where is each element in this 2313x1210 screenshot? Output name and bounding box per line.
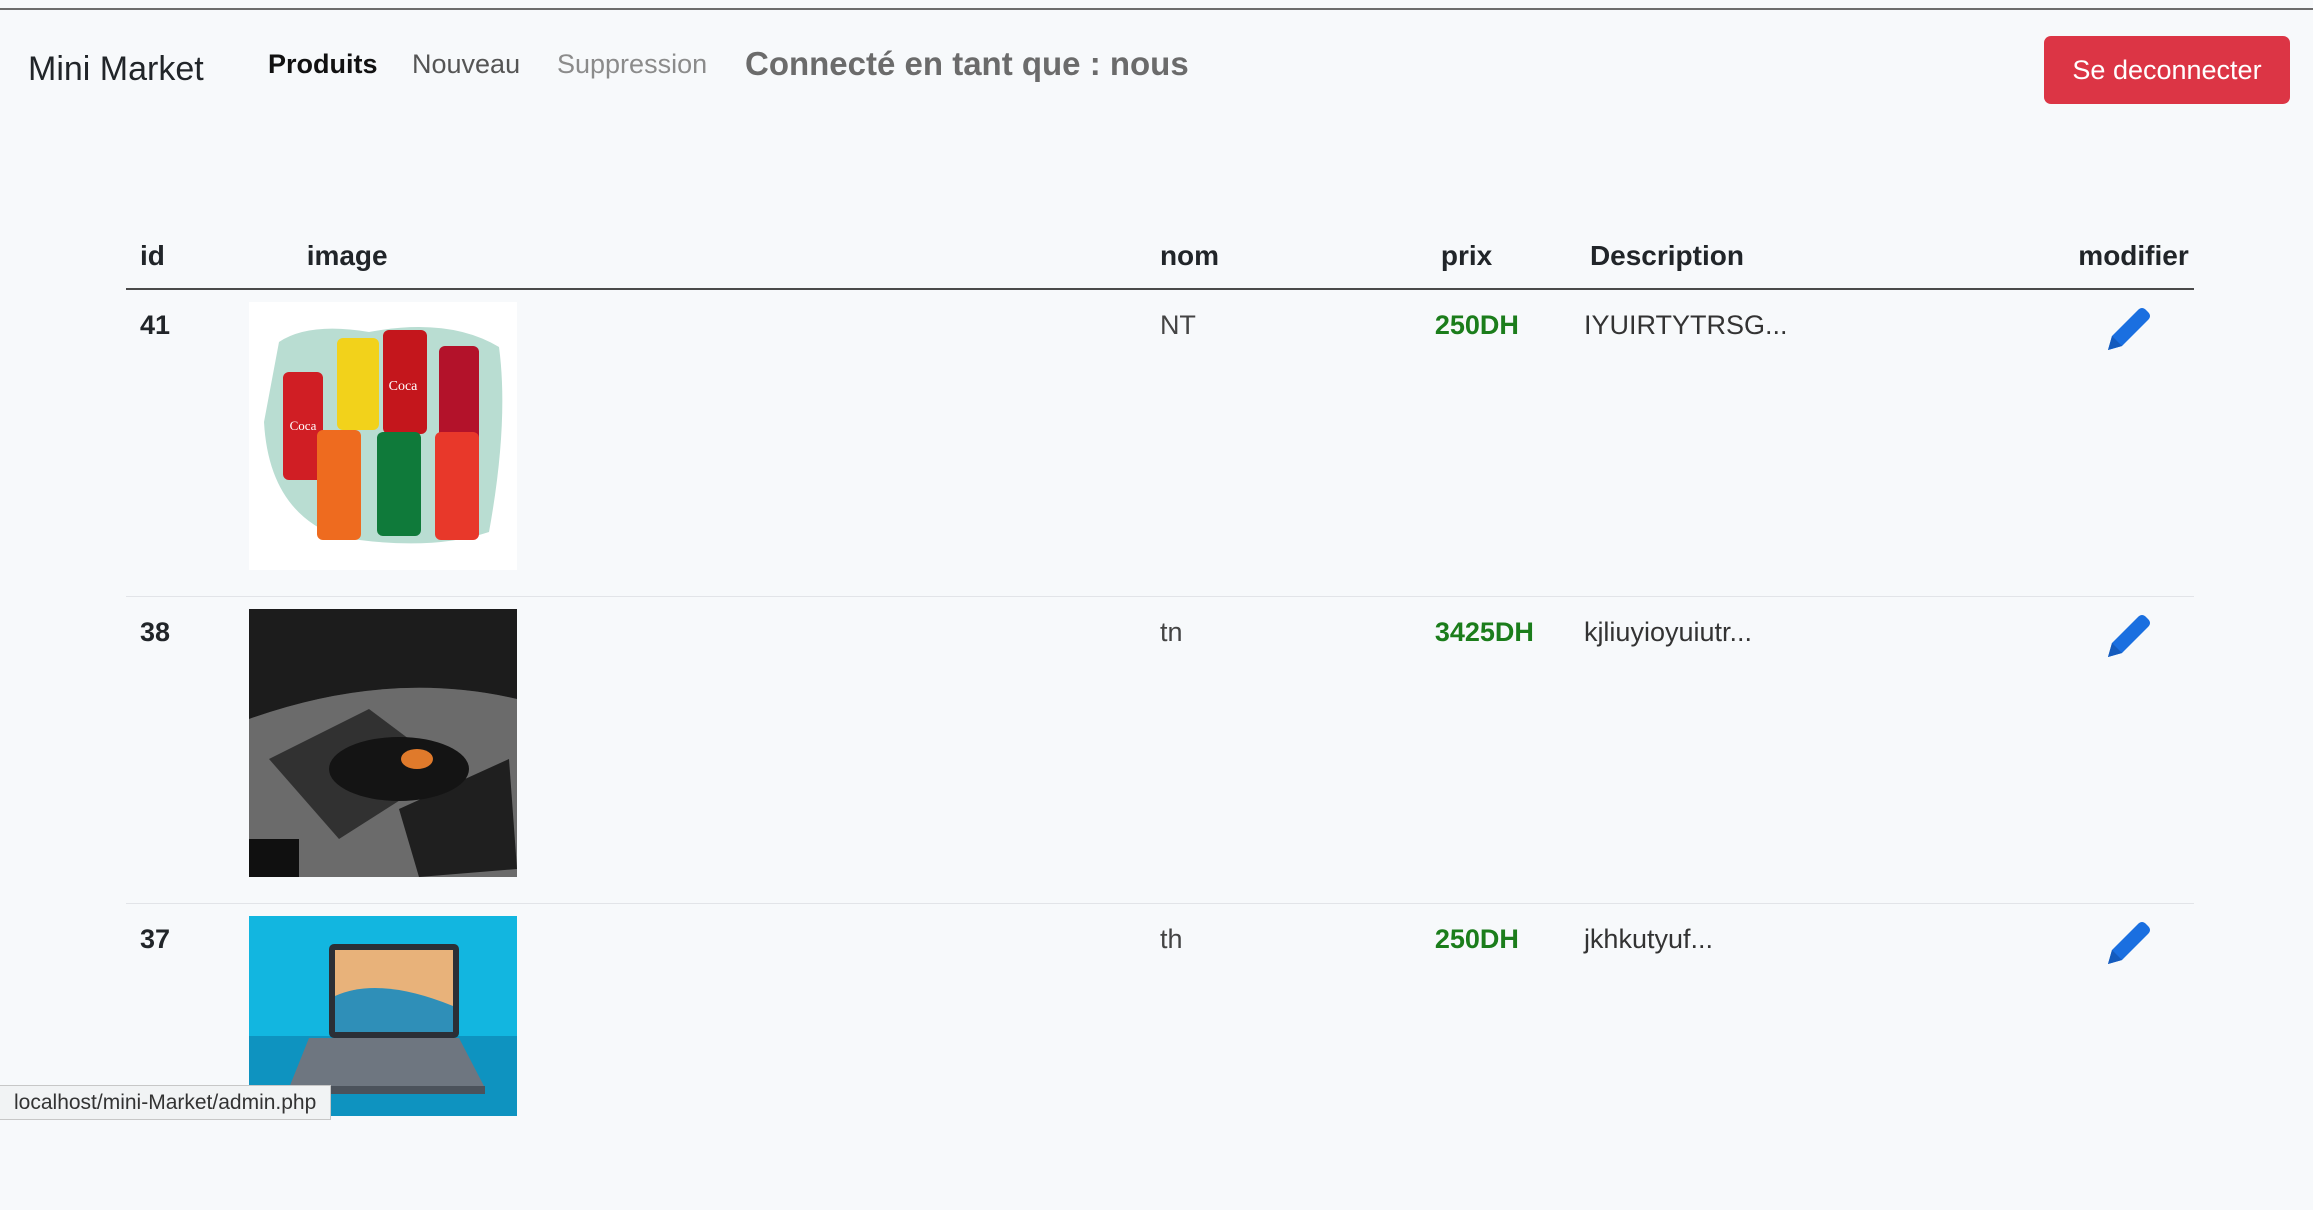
top-divider: [0, 8, 2313, 10]
pencil-icon[interactable]: [2098, 914, 2158, 974]
logged-in-user-label: Connecté en tant que : nous: [745, 45, 1189, 83]
table-header: id image nom prix Description modifier: [126, 224, 2194, 289]
table-row: 41 Coca Coca: [126, 289, 2194, 597]
cell-prix: 3425DH: [1427, 597, 1576, 904]
svg-text:Coca: Coca: [388, 379, 418, 394]
navbar: Mini Market Produits Nouveau Suppression…: [0, 36, 2313, 106]
table-row: 37 th 250DH jkhkutyuf...: [126, 904, 2194, 1210]
product-image-soda-cans: Coca Coca: [249, 302, 517, 570]
table-row: 38 tn 3425DH kjliuyioyui: [126, 597, 2194, 904]
cell-nom: tn: [1146, 597, 1427, 904]
cell-description: jkhkutyuf...: [1576, 904, 2064, 1210]
nav-link-nouveau[interactable]: Nouveau: [412, 49, 520, 80]
pencil-icon[interactable]: [2098, 300, 2158, 360]
header-modifier: modifier: [2064, 224, 2194, 289]
product-image-gaming-mouse: [249, 609, 517, 877]
products-table: id image nom prix Description modifier 4…: [126, 224, 2194, 1210]
logout-button[interactable]: Se deconnecter: [2044, 36, 2290, 104]
header-image: image: [243, 224, 1146, 289]
brand-logo-text[interactable]: Mini Market: [28, 50, 204, 89]
svg-text:Coca: Coca: [289, 418, 316, 433]
header-id: id: [126, 224, 243, 289]
cell-id: 41: [126, 289, 243, 597]
header-nom: nom: [1146, 224, 1427, 289]
cell-prix: 250DH: [1427, 289, 1576, 597]
header-prix: prix: [1427, 224, 1576, 289]
cell-nom: th: [1146, 904, 1427, 1210]
browser-status-bar-url: localhost/mini-Market/admin.php: [0, 1085, 331, 1120]
cell-id: 38: [126, 597, 243, 904]
cell-prix: 250DH: [1427, 904, 1576, 1210]
cell-description: IYUIRTYTRSG...: [1576, 289, 2064, 597]
nav-link-suppression[interactable]: Suppression: [557, 49, 707, 80]
pencil-icon[interactable]: [2098, 607, 2158, 667]
nav-link-produits[interactable]: Produits: [268, 49, 378, 80]
cell-nom: NT: [1146, 289, 1427, 597]
header-description: Description: [1576, 224, 2064, 289]
cell-id: 37: [126, 904, 243, 1210]
cell-description: kjliuyioyuiutr...: [1576, 597, 2064, 904]
